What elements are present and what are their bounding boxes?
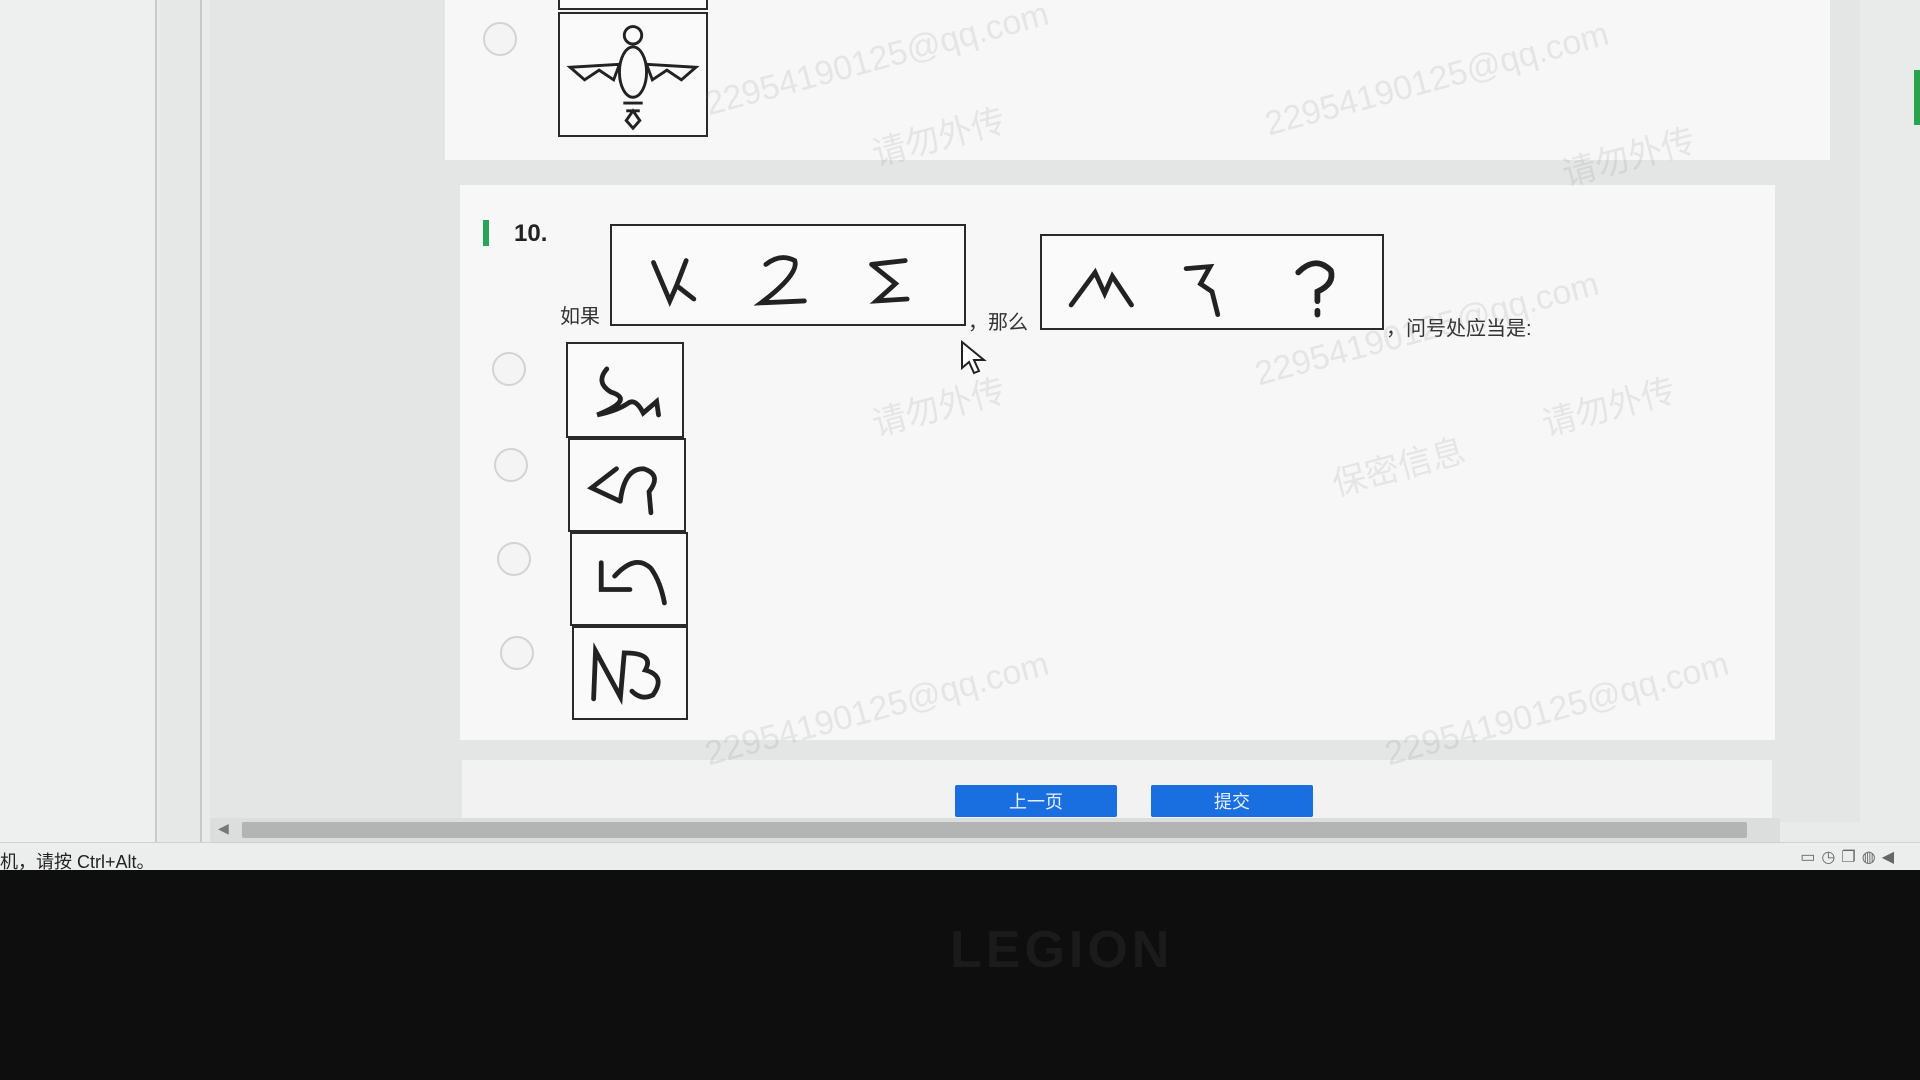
question-number: 10. [514,220,548,247]
scroll-left-arrow-icon[interactable]: ◀ [218,820,229,837]
button-bar [462,760,1772,822]
option-c-radio[interactable] [497,542,531,576]
option-b-figure[interactable] [568,438,686,532]
question-suffix: ，问号处应当是: [1386,318,1532,340]
mouse-cursor-icon [961,340,987,375]
option-d-figure[interactable] [572,626,688,720]
windows-tray-icon[interactable]: ❐ [1841,849,1861,866]
option-c-figure[interactable] [570,532,688,626]
previous-option-figure-top [558,0,708,10]
question-marker [483,220,489,246]
target-glyph-2-icon [1183,263,1221,317]
option-b-radio[interactable] [494,448,528,482]
target-glyph-question-icon [1295,260,1335,318]
scrollbar-thumb[interactable] [242,822,1747,838]
previous-option-radio[interactable] [483,22,517,56]
five-like-glyph-icon [598,559,667,606]
given-glyph-2-icon [753,255,807,306]
given-glyph-1-icon [651,258,697,308]
n3-glyph-icon [591,642,661,706]
horizontal-scrollbar[interactable]: ◀ [210,818,1780,842]
monitor-screen: 10. 如果 ，那么 ，问号处应当是: 上一页 提交 ◀ 机，请按 Ctrl+A… [0,0,1920,870]
given-sequence-box [610,224,966,326]
tray-icons: ▭◷❐◍◀ [1800,847,1900,867]
question-prefix: 如果 [560,306,600,328]
clock-tray-icon[interactable]: ◷ [1821,849,1841,866]
left-panel [0,0,157,842]
status-bar: 机，请按 Ctrl+Alt。 ▭◷❐◍◀ [0,842,1920,870]
question-connector: ，那么 [968,312,1028,334]
target-sequence-box [1040,234,1384,330]
previous-option-figure [558,12,708,137]
right-edge-indicator [1914,70,1920,125]
monitor-tray-icon[interactable]: ▭ [1800,849,1821,866]
volume-tray-icon[interactable]: ◀ [1882,849,1900,866]
left-panel-divider [160,0,202,842]
angle-hook-glyph-icon [586,466,657,516]
option-a-figure[interactable] [566,342,684,438]
submit-button[interactable]: 提交 [1151,785,1313,817]
status-text: 机，请按 Ctrl+Alt。 [0,852,155,870]
target-glyph-1-icon [1068,267,1134,308]
network-tray-icon[interactable]: ◍ [1862,849,1882,866]
option-d-radio[interactable] [500,636,534,670]
bird-figure-icon [566,25,700,131]
curved-s-glyph-icon [596,366,661,418]
given-glyph-3-icon [869,258,910,304]
brand-logo: LEGION [950,921,1174,979]
option-a-radio[interactable] [492,352,526,386]
previous-page-button[interactable]: 上一页 [955,785,1117,817]
